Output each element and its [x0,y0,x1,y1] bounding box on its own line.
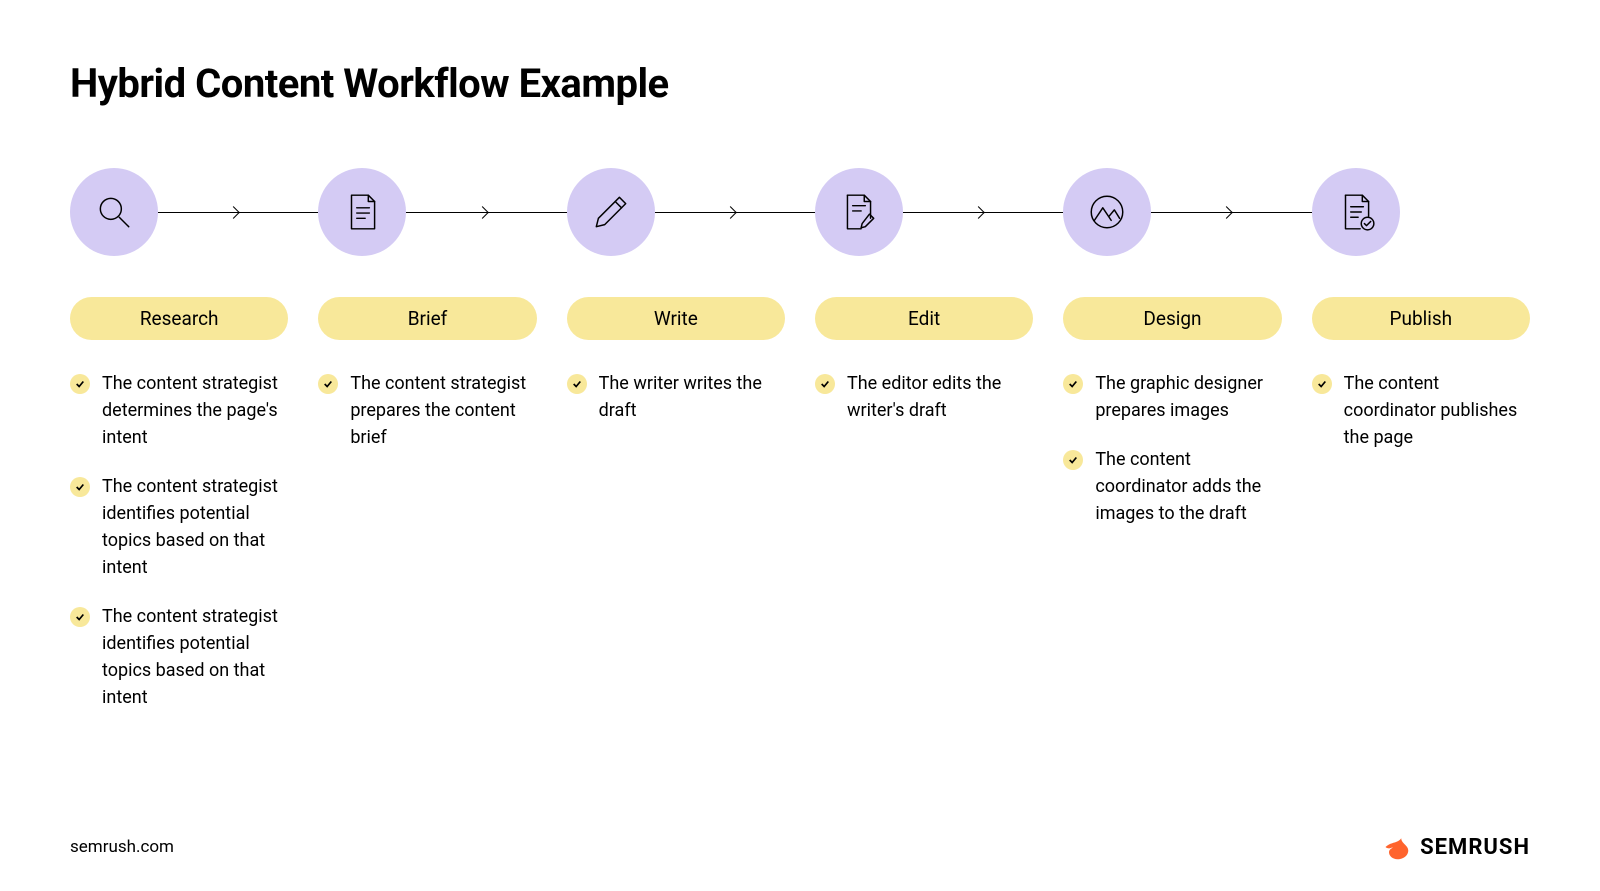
list-item: The content strategist identifies potent… [70,473,288,581]
brand-text: SEMRUSH [1420,835,1530,860]
stage-label: Research [70,297,288,340]
check-icon [1312,374,1332,394]
check-icon [70,374,90,394]
stage-items: The writer writes the draft [567,370,785,424]
page-title: Hybrid Content Workflow Example [70,60,1530,107]
stage-edit: Edit The editor edits the writer's draft [815,167,1033,733]
list-item: The graphic designer prepares images [1063,370,1281,424]
item-text: The content strategist identifies potent… [102,603,288,711]
stage-label: Write [567,297,785,340]
stage-label: Brief [318,297,536,340]
stage-items: The editor edits the writer's draft [815,370,1033,424]
check-icon [815,374,835,394]
item-text: The writer writes the draft [599,370,785,424]
check-icon [318,374,338,394]
list-item: The content strategist identifies potent… [70,603,288,711]
image-icon [1063,168,1151,256]
check-icon [1063,374,1083,394]
stage-research: Research The content strategist determine… [70,167,288,733]
list-item: The content coordinator publishes the pa… [1312,370,1530,451]
item-text: The content strategist identifies potent… [102,473,288,581]
stage-publish: Publish The content coordinator publishes… [1312,167,1530,733]
icon-row [567,167,785,257]
stage-label: Design [1063,297,1281,340]
icon-row [318,167,536,257]
item-text: The content coordinator adds the images … [1095,446,1281,527]
stage-brief: Brief The content strategist prepares the… [318,167,536,733]
connector-arrow [158,212,318,213]
stage-items: The content coordinator publishes the pa… [1312,370,1530,451]
stage-label: Edit [815,297,1033,340]
pencil-icon [567,168,655,256]
list-item: The writer writes the draft [567,370,785,424]
connector-arrow [655,212,815,213]
check-icon [70,477,90,497]
item-text: The editor edits the writer's draft [847,370,1033,424]
stage-label: Publish [1312,297,1530,340]
doc-edit-icon [815,168,903,256]
stage-items: The graphic designer prepares images The … [1063,370,1281,527]
list-item: The content strategist prepares the cont… [318,370,536,451]
check-icon [1063,450,1083,470]
check-icon [70,607,90,627]
icon-row [1312,167,1530,257]
stage-write: Write The writer writes the draft [567,167,785,733]
stage-design: Design The graphic designer prepares imag… [1063,167,1281,733]
stage-items: The content strategist determines the pa… [70,370,288,711]
connector-arrow [903,212,1063,213]
doc-check-icon [1312,168,1400,256]
list-item: The editor edits the writer's draft [815,370,1033,424]
workflow-stages: Research The content strategist determine… [70,167,1530,733]
icon-row [815,167,1033,257]
list-item: The content strategist determines the pa… [70,370,288,451]
brand-flame-icon [1382,833,1410,861]
connector-arrow [406,212,566,213]
stage-items: The content strategist prepares the cont… [318,370,536,451]
check-icon [567,374,587,394]
item-text: The content strategist prepares the cont… [350,370,536,451]
diagram-container: Hybrid Content Workflow Example Research… [0,0,1600,733]
connector-arrow [1151,212,1311,213]
item-text: The content strategist determines the pa… [102,370,288,451]
footer-brand: SEMRUSH [1382,833,1530,861]
icon-row [70,167,288,257]
item-text: The graphic designer prepares images [1095,370,1281,424]
list-item: The content coordinator adds the images … [1063,446,1281,527]
search-icon [70,168,158,256]
document-icon [318,168,406,256]
footer-domain: semrush.com [70,837,174,857]
footer: semrush.com SEMRUSH [70,833,1530,861]
icon-row [1063,167,1281,257]
item-text: The content coordinator publishes the pa… [1344,370,1530,451]
